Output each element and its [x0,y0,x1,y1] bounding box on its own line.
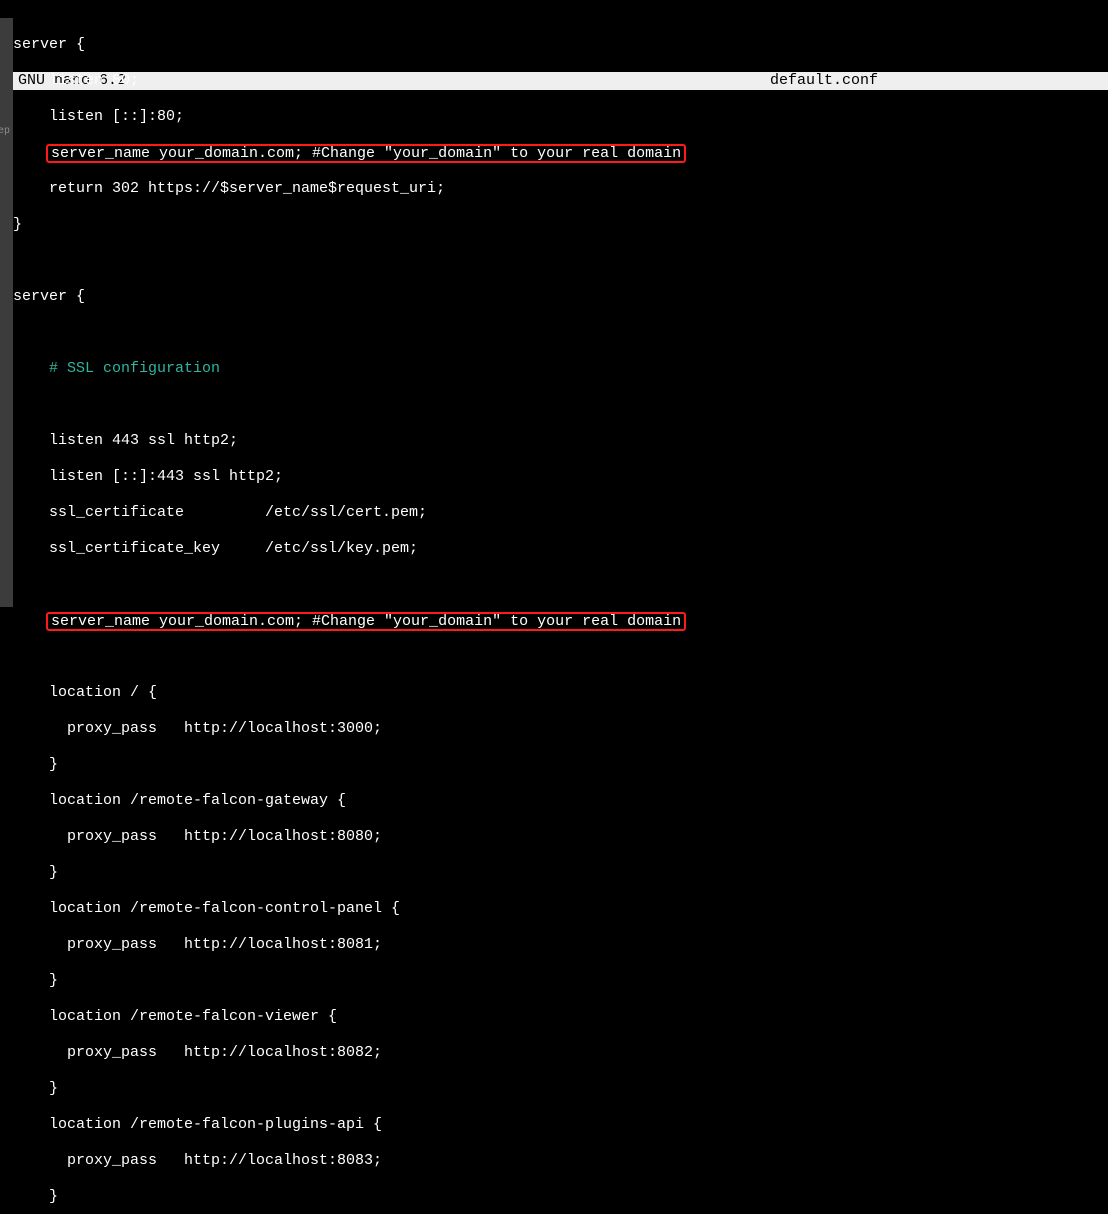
code-line: ssl_certificate /etc/ssl/cert.pem; [13,504,1108,522]
code-line: proxy_pass http://localhost:8083; [13,1152,1108,1170]
side-strip: ep [0,18,13,607]
code-line: ssl_certificate_key /etc/ssl/key.pem; [13,540,1108,558]
code-line: proxy_pass http://localhost:8082; [13,1044,1108,1062]
code-line: } [13,756,1108,774]
code-line [13,648,1108,666]
highlight-box: server_name your_domain.com; #Change "yo… [46,144,686,163]
code-line: listen [::]:80; [13,108,1108,126]
code-line: location /remote-falcon-control-panel { [13,900,1108,918]
code-line: proxy_pass http://localhost:8080; [13,828,1108,846]
code-line: } [13,864,1108,882]
code-line: location / { [13,684,1108,702]
code-line: return 302 https://$server_name$request_… [13,180,1108,198]
code-line: listen 443 ssl http2; [13,432,1108,450]
editor-area[interactable]: server { listen 80; listen [::]:80; serv… [13,18,1108,607]
code-comment: # SSL configuration [13,360,1108,378]
code-line: server { [13,36,1108,54]
code-line: location /remote-falcon-gateway { [13,792,1108,810]
code-line [13,252,1108,270]
code-line: } [13,1080,1108,1098]
code-line: location /remote-falcon-plugins-api { [13,1116,1108,1134]
code-line: location /remote-falcon-viewer { [13,1008,1108,1026]
strip-label: ep [0,126,10,138]
code-line: proxy_pass http://localhost:3000; [13,720,1108,738]
code-line: } [13,972,1108,990]
code-line: } [13,1188,1108,1206]
code-line: listen 80; [13,72,1108,90]
code-line [13,576,1108,594]
highlight-box: server_name your_domain.com; #Change "yo… [46,612,686,631]
code-line [13,396,1108,414]
code-line: } [13,216,1108,234]
code-line [13,324,1108,342]
code-line: server { [13,288,1108,306]
code-line-highlight: server_name your_domain.com; #Change "yo… [13,144,1108,162]
code-line: proxy_pass http://localhost:8081; [13,936,1108,954]
code-line: listen [::]:443 ssl http2; [13,468,1108,486]
code-line-highlight: server_name your_domain.com; #Change "yo… [13,612,1108,630]
